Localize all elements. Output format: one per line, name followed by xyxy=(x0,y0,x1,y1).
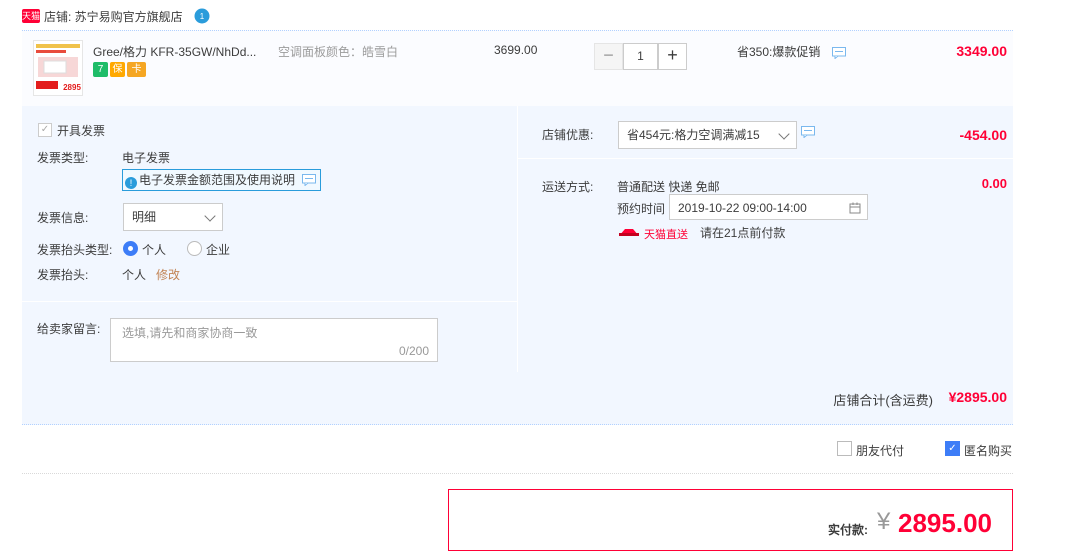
product-sku: 空调面板颜色：皓雪白 xyxy=(278,45,399,59)
shipping-label: 运送方式: xyxy=(542,180,594,194)
invoice-title-label: 发票抬头: xyxy=(37,268,89,282)
calendar-icon xyxy=(849,202,861,214)
invoice-title-type-label: 发票抬头类型: xyxy=(37,243,113,257)
invoice-info-select[interactable]: 明细 xyxy=(123,203,223,231)
chevron-down-icon xyxy=(778,128,790,140)
anonymous-purchase-label: 匿名购买 xyxy=(964,444,1013,458)
quantity-decrease-button[interactable]: − xyxy=(594,43,623,70)
unit-price: 3699.00 xyxy=(494,43,538,57)
discount-value: 省454元:格力空调满减15 xyxy=(627,128,760,142)
svg-text:2895: 2895 xyxy=(63,83,81,92)
cart-item-row: 2895 Gree/格力 KFR-35GW/NhDd... 空调面板颜色：皓雪白… xyxy=(22,30,1013,108)
discount-select[interactable]: 省454元:格力空调满减15 xyxy=(618,121,797,149)
invoice-checkbox[interactable]: ✓ xyxy=(38,123,52,137)
invoice-info-value: 明细 xyxy=(132,210,157,224)
invoice-title-value: 个人 xyxy=(122,268,147,282)
card-icon: 卡 xyxy=(127,62,146,77)
currency-symbol: ¥ xyxy=(877,508,891,535)
tmall-logo: 天猫 xyxy=(22,9,41,23)
invoice-title-edit-link[interactable]: 修改 xyxy=(156,266,180,283)
appointment-label: 预约时间 xyxy=(617,202,666,216)
anonymous-purchase-checkbox[interactable]: ✓ xyxy=(945,441,960,456)
item-subtotal: 3349.00 xyxy=(956,43,1007,59)
shop-total-value: ¥2895.00 xyxy=(948,389,1007,405)
friend-pay-label: 朋友代付 xyxy=(856,444,905,458)
divider xyxy=(518,158,1013,159)
tmall-direct-label: 天猫直送 xyxy=(644,229,688,241)
invoice-checkbox-label: 开具发票 xyxy=(57,124,106,138)
guarantee-icon: 保 xyxy=(110,62,125,77)
appointment-time-select[interactable]: 2019-10-22 09:00-14:00 xyxy=(669,194,868,220)
radio-company-label: 企业 xyxy=(206,243,231,257)
chat-icon[interactable]: 1 xyxy=(194,8,210,24)
svg-text:1: 1 xyxy=(200,12,205,21)
quantity-input[interactable]: 1 xyxy=(623,43,658,70)
friend-pay-checkbox[interactable] xyxy=(837,441,852,456)
order-options-panel: ✓ 开具发票 发票类型: 电子发票 ! 电子发票金额范围及使用说明 发票信息: 明… xyxy=(22,106,1013,372)
divider xyxy=(22,473,1013,475)
invoice-info-text: 电子发票金额范围及使用说明 xyxy=(139,173,296,187)
comment-icon[interactable] xyxy=(832,47,846,62)
invoice-info-link[interactable]: ! 电子发票金额范围及使用说明 xyxy=(122,169,322,191)
discount-amount: -454.00 xyxy=(959,127,1007,143)
comment-icon[interactable] xyxy=(801,126,815,141)
comment-icon xyxy=(302,174,317,187)
tmall-direct-icon xyxy=(619,226,639,240)
invoice-section: ✓ 开具发票 发票类型: 电子发票 ! 电子发票金额范围及使用说明 发票信息: 明… xyxy=(22,106,517,372)
discount-label: 店铺优惠: xyxy=(542,128,594,142)
radio-company[interactable] xyxy=(187,241,202,256)
seven-day-return-icon: 7 xyxy=(93,62,108,77)
product-title[interactable]: Gree/格力 KFR-35GW/NhDd... xyxy=(93,43,273,60)
shop-name[interactable]: 店铺: 苏宁易购官方旗舰店 xyxy=(44,8,183,25)
actual-payment-value: 2895.00 xyxy=(898,508,992,538)
payment-summary-box: 实付款: ¥ 2895.00 xyxy=(448,489,1013,551)
message-label: 给卖家留言: xyxy=(37,322,101,336)
invoice-type-label: 发票类型: xyxy=(37,151,89,165)
radio-personal-label: 个人 xyxy=(142,243,167,257)
message-counter: 0/200 xyxy=(398,344,429,358)
product-thumbnail[interactable]: 2895 xyxy=(33,40,83,96)
appointment-time-value: 2019-10-22 09:00-14:00 xyxy=(678,201,807,215)
divider xyxy=(22,301,517,302)
chevron-down-icon xyxy=(204,210,216,222)
shop-summary: 店铺合计(含运费) ¥2895.00 xyxy=(22,372,1013,425)
shipping-method: 普通配送 快递 免邮 xyxy=(617,180,720,194)
divider xyxy=(517,106,518,372)
shop-total-label: 店铺合计(含运费) xyxy=(833,393,933,408)
actual-payment-label: 实付款: xyxy=(828,523,868,537)
shipping-amount: 0.00 xyxy=(981,176,1007,191)
payment-deadline-hint: 请在21点前付款 xyxy=(700,226,786,240)
radio-personal[interactable] xyxy=(123,241,138,256)
message-placeholder: 选填,请先和商家协商一致 xyxy=(122,326,258,340)
item-promotion: 省350:爆款促销 xyxy=(737,45,821,59)
invoice-type-value: 电子发票 xyxy=(122,151,171,165)
invoice-info-label: 发票信息: xyxy=(37,211,89,225)
seller-message-input[interactable]: 选填,请先和商家协商一致 0/200 xyxy=(110,318,438,362)
quantity-increase-button[interactable]: + xyxy=(658,43,687,70)
info-icon: ! xyxy=(125,177,137,189)
shop-header: 天猫 店铺: 苏宁易购官方旗舰店 1 xyxy=(22,0,1012,30)
